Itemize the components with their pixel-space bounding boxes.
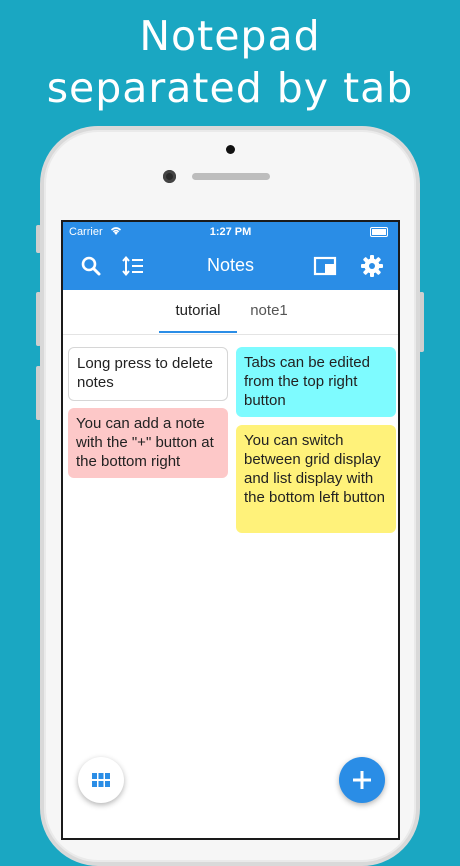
tab-edit-icon	[313, 256, 337, 276]
battery-icon	[370, 227, 388, 237]
note-card[interactable]: Long press to delete notes	[68, 347, 228, 401]
promo-headline: Notepad separated by tab	[0, 10, 460, 114]
tab-tutorial[interactable]: tutorial	[159, 302, 237, 319]
app-screen: Carrier 1:27 PM Notes tutorial note1 Lon…	[61, 220, 400, 840]
headline-line-1: Notepad	[139, 12, 321, 60]
tab-note1[interactable]: note1	[237, 302, 301, 319]
app-bar: Notes	[63, 242, 398, 290]
grid-toggle-button[interactable]	[78, 757, 124, 803]
gear-icon	[361, 255, 383, 277]
settings-button[interactable]	[360, 254, 384, 278]
front-camera	[163, 170, 176, 183]
note-card[interactable]: You can add a note with the "+" button a…	[68, 408, 228, 478]
plus-icon	[353, 771, 371, 789]
add-note-button[interactable]	[339, 757, 385, 803]
tab-bar: tutorial note1	[63, 290, 398, 335]
status-time: 1:27 PM	[209, 226, 252, 238]
tab-indicator	[159, 331, 237, 333]
app-title: Notes	[206, 255, 255, 275]
tab-edit-button[interactable]	[313, 254, 337, 278]
note-card[interactable]: You can switch between grid display and …	[236, 425, 396, 533]
grid-icon	[92, 773, 110, 787]
headline-line-2: separated by tab	[46, 64, 414, 112]
note-card[interactable]: Tabs can be edited from the top right bu…	[236, 347, 396, 417]
earpiece-speaker	[192, 173, 270, 180]
front-sensor	[226, 145, 235, 154]
status-bar: Carrier 1:27 PM	[63, 222, 398, 242]
